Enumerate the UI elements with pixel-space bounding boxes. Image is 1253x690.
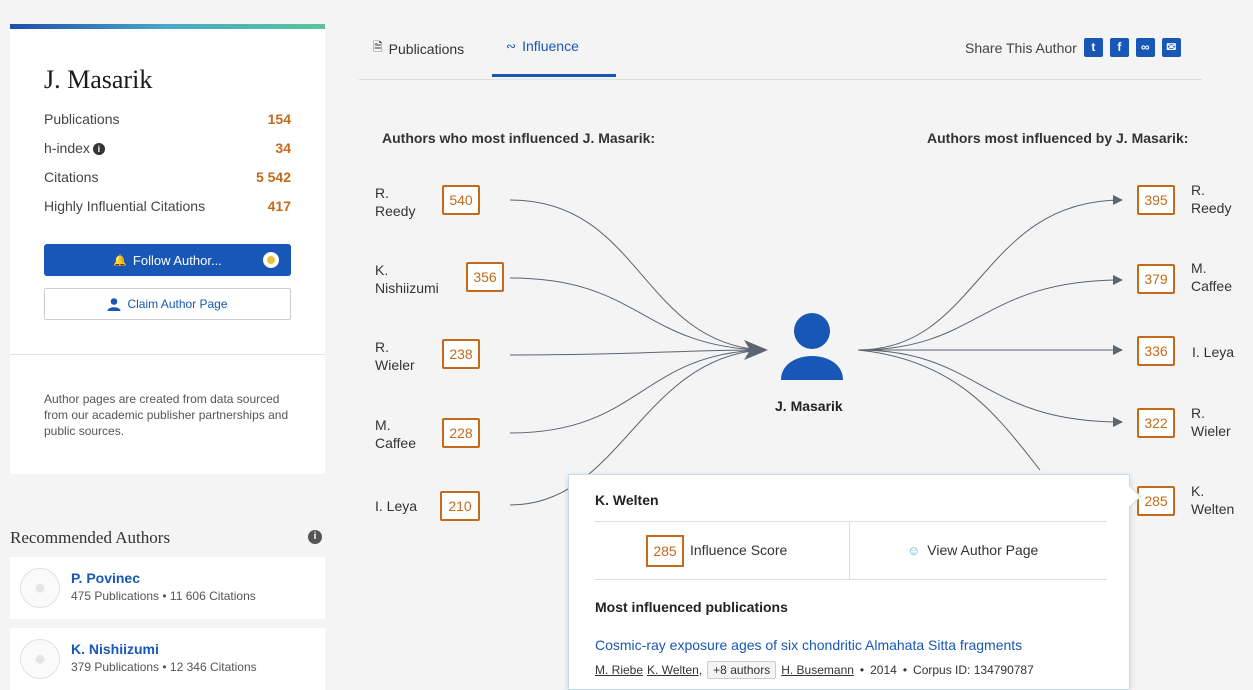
influence-score-badge[interactable]: 228	[442, 418, 480, 448]
author-icon	[781, 313, 843, 380]
divider	[849, 521, 850, 579]
divider	[595, 579, 1107, 580]
paper-year: 2014	[870, 663, 897, 677]
influence-score-badge[interactable]: 379	[1137, 264, 1175, 294]
more-authors-button[interactable]: +8 authors	[707, 661, 777, 679]
influence-score-badge[interactable]: 285	[1137, 486, 1175, 516]
divider	[595, 521, 1107, 522]
paper-title-link[interactable]: Cosmic-ray exposure ages of six chondrit…	[595, 637, 1022, 653]
influence-score-badge[interactable]: 238	[442, 339, 480, 369]
author-link[interactable]: K. Welten,	[647, 663, 702, 677]
center-author-name: J. Masarik	[775, 398, 843, 414]
arrow-head	[1113, 417, 1123, 427]
user-outline-icon: ☺	[907, 542, 921, 558]
influence-score-badge: 285	[646, 535, 684, 567]
influence-score-badge[interactable]: 322	[1137, 408, 1175, 438]
arrow-head	[1113, 275, 1123, 285]
arrow-head	[1113, 195, 1123, 205]
edge-left	[509, 199, 761, 351]
influenced-name[interactable]: R. Reedy	[1191, 181, 1231, 217]
arrow-head	[1113, 345, 1123, 355]
edge-right	[857, 349, 1041, 471]
paper-meta: M. Riebe K. Welten, +8 authors H. Busema…	[595, 661, 1034, 679]
influenced-name[interactable]: M. Caffee	[1191, 259, 1232, 295]
influencer-name[interactable]: M. Caffee	[375, 416, 416, 452]
influence-score-badge[interactable]: 540	[442, 185, 480, 215]
view-author-page-link[interactable]: ☺ View Author Page	[907, 542, 1038, 558]
influenced-name[interactable]: I. Leya	[1192, 343, 1234, 361]
edge-left	[509, 349, 761, 434]
edge-left	[509, 277, 761, 351]
most-influenced-title: Most influenced publications	[595, 599, 788, 615]
influence-score-badge[interactable]: 395	[1137, 185, 1175, 215]
popup-author-name: K. Welten	[595, 492, 659, 508]
edge-right	[857, 279, 1123, 351]
influencer-name[interactable]: R. Wieler	[375, 338, 415, 374]
influence-score-label: Influence Score	[690, 542, 788, 558]
author-link[interactable]: H. Busemann	[781, 663, 854, 677]
influenced-name[interactable]: R. Wieler	[1191, 404, 1231, 440]
influenced-name[interactable]: K. Welten	[1191, 482, 1234, 518]
influence-score-badge[interactable]: 336	[1137, 336, 1175, 366]
influence-score-badge[interactable]: 356	[466, 262, 504, 292]
influencer-name[interactable]: K. Nishiizumi	[375, 261, 439, 297]
influence-score-badge[interactable]: 210	[440, 491, 480, 521]
influencer-name[interactable]: I. Leya	[375, 497, 417, 515]
edge-right	[857, 199, 1123, 351]
influencer-name[interactable]: R. Reedy	[375, 184, 415, 220]
corpus-id: Corpus ID: 134790787	[913, 663, 1034, 677]
author-link[interactable]: M. Riebe	[595, 663, 643, 677]
author-influence-popup: K. Welten 285 Influence Score ☺ View Aut…	[568, 474, 1130, 690]
